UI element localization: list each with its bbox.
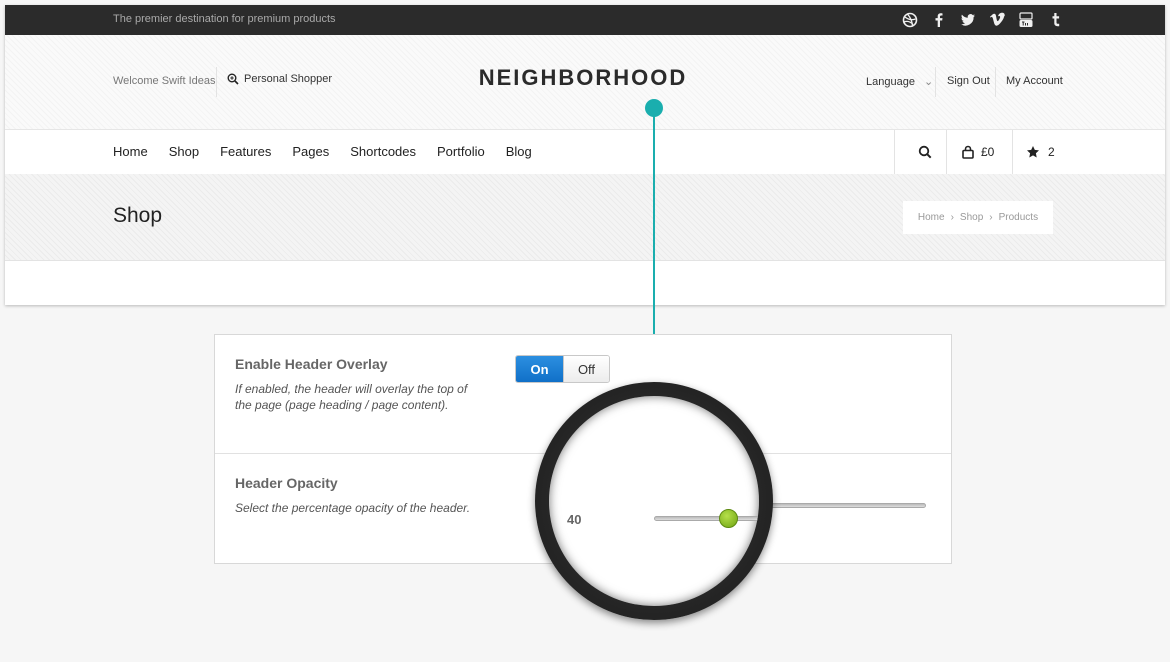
main-nav: Home Shop Features Pages Shortcodes Port…: [5, 130, 1165, 174]
dribbble-icon[interactable]: [895, 11, 924, 29]
chevron-right-icon: ›: [950, 212, 954, 223]
opacity-slider-handle[interactable]: [719, 509, 738, 528]
language-selector[interactable]: Language ⌄: [866, 75, 933, 88]
toggle-on-button[interactable]: On: [516, 356, 563, 382]
wishlist-count: 2: [1048, 145, 1055, 159]
divider: [216, 67, 217, 97]
site-preview: The premier destination for premium prod…: [5, 5, 1165, 305]
magnifier-ring: 40: [535, 382, 773, 620]
personal-shopper-link[interactable]: Personal Shopper: [227, 73, 332, 85]
welcome-text: Welcome Swift Ideas: [113, 75, 216, 87]
sign-out-link[interactable]: Sign Out: [947, 75, 990, 87]
star-icon: [1027, 146, 1039, 158]
nav-menu: Home Shop Features Pages Shortcodes Port…: [113, 144, 553, 159]
breadcrumb: Home › Shop › Products: [903, 201, 1053, 234]
my-account-link[interactable]: My Account: [1006, 75, 1063, 87]
toggle-off-button[interactable]: Off: [563, 356, 609, 382]
breadcrumb-home[interactable]: Home: [918, 212, 945, 223]
chevron-right-icon: ›: [989, 212, 993, 223]
nav-item-shortcodes[interactable]: Shortcodes: [350, 144, 416, 159]
top-bar: The premier destination for premium prod…: [5, 5, 1165, 35]
youtube-icon[interactable]: [1011, 11, 1040, 29]
opacity-option-title: Header Opacity: [235, 475, 338, 491]
facebook-icon[interactable]: [924, 11, 953, 29]
nav-item-shop[interactable]: Shop: [169, 144, 199, 159]
search-button[interactable]: [918, 130, 932, 174]
divider: [935, 67, 936, 97]
nav-item-home[interactable]: Home: [113, 144, 148, 159]
overlay-option-title: Enable Header Overlay: [235, 356, 388, 372]
nav-item-features[interactable]: Features: [220, 144, 271, 159]
divider: [1012, 130, 1013, 174]
cart-total: £0: [981, 145, 995, 159]
search-plus-icon: [227, 73, 239, 85]
wishlist-button[interactable]: 2: [1026, 130, 1055, 174]
breadcrumb-shop[interactable]: Shop: [960, 212, 983, 223]
page-title: Shop: [113, 204, 163, 227]
opacity-option-description: Select the percentage opacity of the hea…: [235, 501, 471, 515]
magnifier-lens: 40: [549, 396, 759, 606]
tumblr-icon[interactable]: [1040, 11, 1069, 29]
tagline: The premier destination for premium prod…: [113, 13, 336, 25]
nav-item-blog[interactable]: Blog: [506, 144, 532, 159]
social-links: [895, 11, 1069, 29]
nav-item-pages[interactable]: Pages: [292, 144, 329, 159]
cart-button[interactable]: £0: [961, 130, 994, 174]
opacity-slider-track[interactable]: [654, 516, 759, 521]
opacity-value: 40: [567, 512, 582, 527]
page-heading: Shop Home › Shop › Products: [5, 174, 1165, 261]
breadcrumb-products: Products: [998, 212, 1039, 223]
divider: [995, 67, 996, 97]
shopping-bag-icon: [962, 145, 974, 159]
overlay-toggle[interactable]: On Off: [515, 355, 610, 383]
search-icon: [918, 145, 932, 159]
personal-shopper-label: Personal Shopper: [244, 73, 333, 85]
callout-line: [653, 108, 655, 370]
twitter-icon[interactable]: [953, 11, 982, 29]
chevron-down-icon: ⌄: [924, 76, 934, 88]
site-logo[interactable]: NEIGHBORHOOD: [477, 65, 689, 91]
divider: [894, 130, 895, 174]
opacity-slider-track[interactable]: [771, 503, 926, 508]
vimeo-icon[interactable]: [982, 11, 1011, 29]
divider: [946, 130, 947, 174]
nav-item-portfolio[interactable]: Portfolio: [437, 144, 485, 159]
overlay-option-description: If enabled, the header will overlay the …: [235, 382, 468, 412]
language-label: Language: [866, 76, 915, 88]
site-header: Welcome Swift Ideas Personal Shopper NEI…: [5, 35, 1165, 130]
